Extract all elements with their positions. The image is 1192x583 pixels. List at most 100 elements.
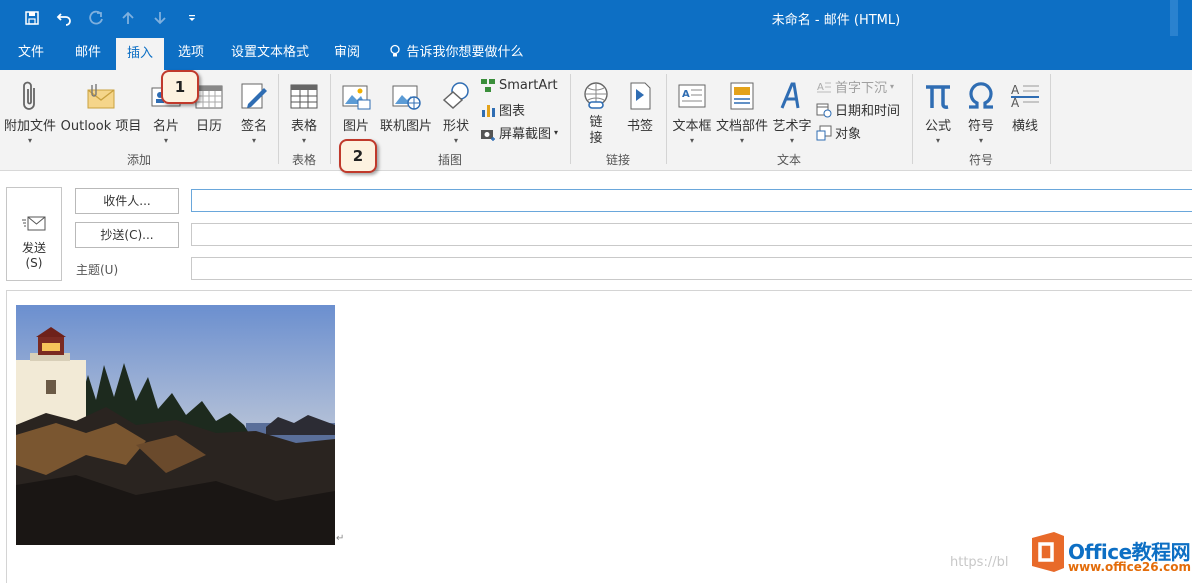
window-title: 未命名 - 邮件 (HTML) <box>771 13 901 28</box>
picture-label: 图片 <box>342 119 369 134</box>
group-label-links: 链接 <box>605 153 630 167</box>
tab-format-text[interactable]: 设置文本格式 <box>222 36 318 70</box>
bookmark-button[interactable]: 书签 <box>620 76 660 134</box>
group-label-symbols: 符号 <box>968 153 993 167</box>
dropdown-arrow-icon: ▾ <box>27 136 32 145</box>
shapes-icon <box>442 82 469 110</box>
signature-button[interactable]: 签名 ▾ <box>234 76 274 146</box>
textbox-button[interactable]: A 文本框 ▾ <box>670 76 714 146</box>
symbol-button[interactable]: 符号 ▾ <box>960 76 1002 146</box>
lightbulb-icon <box>390 44 401 57</box>
object-button[interactable]: 对象 <box>816 123 861 142</box>
equation-button[interactable]: 公式 ▾ <box>916 76 960 146</box>
link-label: 链接 <box>589 115 603 146</box>
watermark-site-url: www.office26.com <box>1068 560 1192 574</box>
callout-1: 1 <box>161 70 199 104</box>
horizontal-line-icon: AA <box>1011 83 1039 110</box>
online-picture-icon <box>392 85 421 110</box>
smartart-button[interactable]: SmartArt <box>480 77 558 93</box>
horizontal-line-label: 横线 <box>1011 119 1038 134</box>
shapes-button[interactable]: 形状 ▾ <box>436 76 476 146</box>
paragraph-mark-icon: ↵ <box>336 533 345 544</box>
dropdown-arrow-icon: ▾ <box>789 136 794 145</box>
drop-cap-button[interactable]: A 首字下沉 ▾ <box>816 77 894 96</box>
date-time-button[interactable]: 日期和时间 <box>816 100 900 119</box>
tab-review[interactable]: 审阅 <box>326 36 368 70</box>
drop-cap-label: 首字下沉 <box>835 81 888 96</box>
dropdown-arrow-icon: ▾ <box>163 136 168 145</box>
bookmark-label: 书签 <box>626 119 653 134</box>
signature-icon <box>241 83 267 109</box>
chart-label: 图表 <box>499 104 526 119</box>
quick-parts-icon <box>730 82 754 110</box>
smartart-icon <box>481 79 495 92</box>
quick-parts-button[interactable]: 文档部件 ▾ <box>716 76 768 146</box>
attach-file-label: 附加文件 <box>3 119 56 134</box>
send-label: 发送 (S) <box>7 241 61 271</box>
textbox-icon: A <box>678 84 706 108</box>
dropdown-arrow-icon: ▾ <box>978 136 983 145</box>
group-label-text: 文本 <box>776 153 801 167</box>
wordart-icon <box>780 82 800 109</box>
ribbon-tab-bar: 文件 邮件 插入 选项 设置文本格式 审阅 告诉我你想要做什么 <box>0 36 1192 70</box>
dropdown-arrow-icon: ▾ <box>890 82 895 91</box>
wordart-label: 艺术字 <box>772 119 812 134</box>
link-button[interactable]: 链接 <box>576 76 616 147</box>
screenshot-label: 屏幕截图 <box>499 127 552 142</box>
tell-me-search[interactable]: 告诉我你想要做什么 <box>378 36 534 70</box>
send-text: 发送 <box>21 241 46 255</box>
drop-cap-icon: A <box>817 82 831 93</box>
picture-button[interactable]: 图片 <box>336 76 376 134</box>
signature-label: 签名 <box>240 119 267 134</box>
table-icon <box>290 84 318 109</box>
paperclip-icon <box>23 81 35 110</box>
svg-text:A: A <box>817 82 824 93</box>
tab-file[interactable]: 文件 <box>8 36 54 70</box>
quick-parts-label: 文档部件 <box>716 119 769 134</box>
table-label: 表格 <box>290 119 317 134</box>
dropdown-arrow-icon: ▾ <box>689 136 694 145</box>
svg-text:A: A <box>1011 96 1020 110</box>
svg-text:A: A <box>682 89 690 100</box>
tell-me-text: 告诉我你想要做什么 <box>406 45 524 60</box>
chart-button[interactable]: 图表 <box>480 100 525 119</box>
tab-mail[interactable]: 邮件 <box>64 36 112 70</box>
screenshot-button[interactable]: 屏幕截图 ▾ <box>480 123 558 142</box>
cc-field[interactable] <box>191 223 1192 246</box>
to-field[interactable] <box>191 189 1192 212</box>
table-button[interactable]: 表格 ▾ <box>284 76 324 146</box>
dropdown-arrow-icon: ▾ <box>935 136 940 145</box>
svg-text:A: A <box>1011 83 1020 97</box>
group-separator <box>1050 74 1051 164</box>
callout-2: 2 <box>339 139 377 173</box>
camera-icon <box>481 129 495 141</box>
outlook-item-button[interactable]: Outlook 项目 <box>60 76 142 134</box>
object-icon <box>816 125 832 140</box>
envelope-clip-icon <box>87 84 115 109</box>
calendar-label: 日历 <box>195 119 222 134</box>
date-time-label: 日期和时间 <box>835 104 901 119</box>
cc-button[interactable]: 抄送(C)... <box>75 222 179 248</box>
group-label-table: 表格 <box>291 153 316 167</box>
send-shortcut: (S) <box>25 256 43 270</box>
dropdown-arrow-icon: ▾ <box>554 128 559 137</box>
tab-options[interactable]: 选项 <box>168 36 214 70</box>
subject-field[interactable] <box>191 257 1192 280</box>
symbol-label: 符号 <box>967 119 994 134</box>
business-card-label: 名片 <box>152 119 179 134</box>
wordart-button[interactable]: 艺术字 ▾ <box>770 76 814 146</box>
lighthouse-photo[interactable] <box>16 305 335 545</box>
send-button[interactable]: 发送 (S) <box>6 187 62 281</box>
title-bar: 未命名 - 邮件 (HTML) <box>0 0 1192 36</box>
dropdown-arrow-icon: ▾ <box>251 136 256 145</box>
tab-insert[interactable]: 插入 <box>116 38 164 70</box>
office-logo-icon <box>1032 532 1064 572</box>
attach-file-button[interactable]: 附加文件 ▾ <box>2 76 58 146</box>
horizontal-line-button[interactable]: AA 横线 <box>1004 76 1046 134</box>
online-picture-label: 联机图片 <box>379 119 432 134</box>
online-picture-button[interactable]: 联机图片 <box>378 76 434 134</box>
to-button[interactable]: 收件人... <box>75 188 179 214</box>
dropdown-arrow-icon: ▾ <box>453 136 458 145</box>
outlook-item-label: Outlook 项目 <box>60 119 142 134</box>
send-envelope-icon <box>22 216 46 231</box>
